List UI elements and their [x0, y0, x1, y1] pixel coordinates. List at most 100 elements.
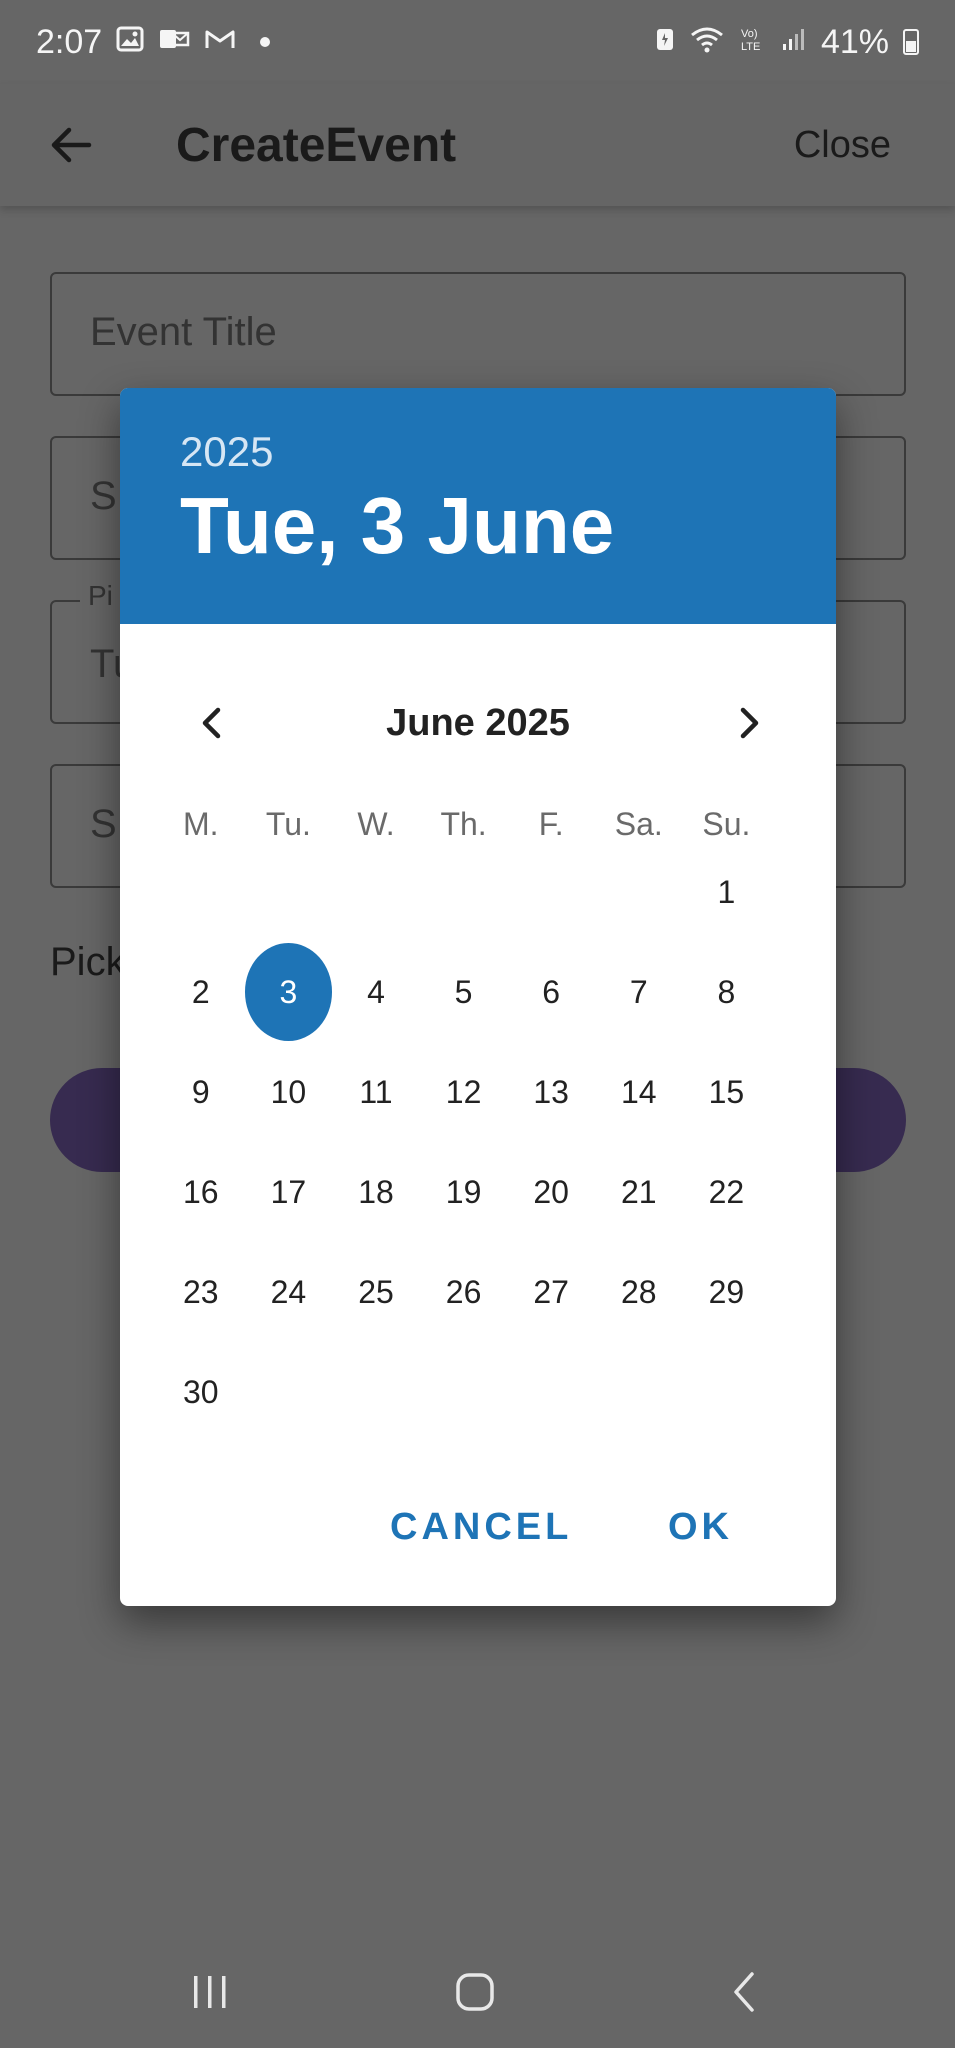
- month-navigation: June 2025: [120, 662, 836, 788]
- form-field-2-text: S: [90, 474, 117, 518]
- system-back-button[interactable]: [724, 1970, 768, 2019]
- day-number: 20: [533, 1173, 569, 1210]
- arrow-left-icon: [51, 127, 92, 163]
- date-picker-header: 2025 Tue, 3 June: [120, 388, 836, 624]
- day-number: 22: [708, 1173, 745, 1210]
- dialog-actions: CANCEL OK: [120, 1506, 836, 1576]
- calendar-day[interactable]: 26: [420, 1242, 508, 1342]
- calendar-day[interactable]: 15: [683, 1042, 771, 1142]
- selected-date-label: Tue, 3 June: [180, 481, 615, 570]
- day-number: 19: [445, 1173, 482, 1210]
- svg-text:LTE: LTE: [741, 41, 760, 53]
- battery-percent: 41%: [820, 22, 889, 61]
- calendar-day[interactable]: 23: [157, 1242, 245, 1342]
- weekday-label: Th.: [440, 806, 487, 842]
- calendar-day[interactable]: 14: [595, 1042, 683, 1142]
- day-number: 9: [191, 1073, 210, 1110]
- weekday-label: M.: [183, 806, 219, 842]
- calendar-day[interactable]: 24: [245, 1242, 333, 1342]
- day-number: 2: [191, 973, 210, 1010]
- calendar-day[interactable]: 16: [157, 1142, 245, 1242]
- day-number: 13: [533, 1073, 569, 1110]
- day-number: 29: [708, 1273, 745, 1310]
- weekday-label: F.: [538, 806, 564, 842]
- day-number: 3: [244, 943, 333, 1041]
- status-left: 2:07: [36, 22, 271, 62]
- calendar-day[interactable]: 7: [595, 942, 683, 1042]
- calendar-day[interactable]: 17: [245, 1142, 333, 1242]
- cancel-button[interactable]: CANCEL: [390, 1506, 572, 1549]
- calendar-day[interactable]: 8: [683, 942, 771, 1042]
- day-number: 26: [445, 1273, 482, 1310]
- calendar-day[interactable]: 25: [332, 1242, 420, 1342]
- svg-text:Vo): Vo): [741, 28, 758, 40]
- calendar-day[interactable]: 18: [332, 1142, 420, 1242]
- day-number: 5: [454, 973, 473, 1010]
- calendar-day[interactable]: 1: [683, 842, 771, 942]
- next-month-button[interactable]: [714, 688, 784, 758]
- empty-day-cell: [507, 842, 595, 942]
- notification-dot-icon: [260, 37, 271, 47]
- day-number: 23: [183, 1273, 219, 1310]
- system-navigation-bar: [0, 1940, 955, 2048]
- back-icon: [734, 1972, 754, 2012]
- calendar-day[interactable]: 6: [507, 942, 595, 1042]
- battery-saver-icon: [655, 26, 675, 59]
- empty-day-cell: [245, 842, 333, 942]
- day-number: 14: [620, 1073, 657, 1110]
- calendar-day[interactable]: 12: [420, 1042, 508, 1142]
- back-button[interactable]: [36, 110, 106, 180]
- gallery-icon: [116, 26, 144, 59]
- event-title-field[interactable]: Event Title: [50, 272, 906, 396]
- day-number: 4: [367, 973, 385, 1010]
- calendar-day[interactable]: 11: [332, 1042, 420, 1142]
- year-label[interactable]: 2025: [180, 428, 836, 476]
- page-title: CreateEvent: [176, 118, 457, 172]
- day-number: 8: [717, 973, 736, 1010]
- day-number: 15: [708, 1073, 745, 1110]
- weekday-label: W.: [357, 806, 395, 842]
- close-button[interactable]: Close: [794, 124, 891, 167]
- day-number: 17: [270, 1173, 307, 1210]
- day-number: 24: [270, 1273, 307, 1310]
- calendar-day[interactable]: 20: [507, 1142, 595, 1242]
- home-button[interactable]: [453, 1970, 497, 2019]
- calendar-day[interactable]: 28: [595, 1242, 683, 1342]
- day-number: 21: [620, 1173, 657, 1210]
- form-field-4-text: S: [90, 802, 117, 846]
- form-field-3-label: Pi: [80, 580, 121, 612]
- day-number: 27: [533, 1273, 569, 1310]
- calendar-day[interactable]: 22: [683, 1142, 771, 1242]
- empty-day-cell: [595, 842, 683, 942]
- battery-icon: [903, 29, 919, 55]
- wifi-icon: [689, 25, 725, 60]
- calendar-day[interactable]: 4: [332, 942, 420, 1042]
- home-icon: [456, 1973, 494, 2011]
- calendar-day[interactable]: 19: [420, 1142, 508, 1242]
- ok-button[interactable]: OK: [668, 1506, 733, 1549]
- calendar-day[interactable]: 27: [507, 1242, 595, 1342]
- day-number: 18: [358, 1173, 394, 1210]
- calendar-day[interactable]: 21: [595, 1142, 683, 1242]
- status-time: 2:07: [36, 22, 103, 61]
- day-number: 6: [542, 973, 561, 1010]
- calendar-day[interactable]: 5: [420, 942, 508, 1042]
- volte-icon: Vo) LTE: [739, 25, 767, 60]
- calendar-day[interactable]: 30: [157, 1342, 245, 1442]
- day-number: 28: [620, 1273, 657, 1310]
- day-number: 10: [270, 1073, 307, 1110]
- selected-day[interactable]: 3: [244, 942, 333, 1042]
- recents-icon: [194, 1976, 226, 2008]
- calendar-day[interactable]: 29: [683, 1242, 771, 1342]
- day-number: 11: [359, 1073, 393, 1110]
- date-picker-dialog: 2025 Tue, 3 June June 2025 M. Tu. W. Th. F. S…: [120, 388, 836, 1606]
- calendar-day[interactable]: 13: [507, 1042, 595, 1142]
- weekday-label: Su.: [702, 806, 751, 842]
- gmail-icon: [204, 27, 236, 58]
- calendar-day[interactable]: 10: [245, 1042, 333, 1142]
- app-bar: CreateEvent Close: [0, 84, 955, 206]
- calendar-day[interactable]: 9: [157, 1042, 245, 1142]
- empty-day-cell: [420, 842, 508, 942]
- recents-button[interactable]: [188, 1970, 232, 2019]
- calendar-day[interactable]: 2: [157, 942, 245, 1042]
